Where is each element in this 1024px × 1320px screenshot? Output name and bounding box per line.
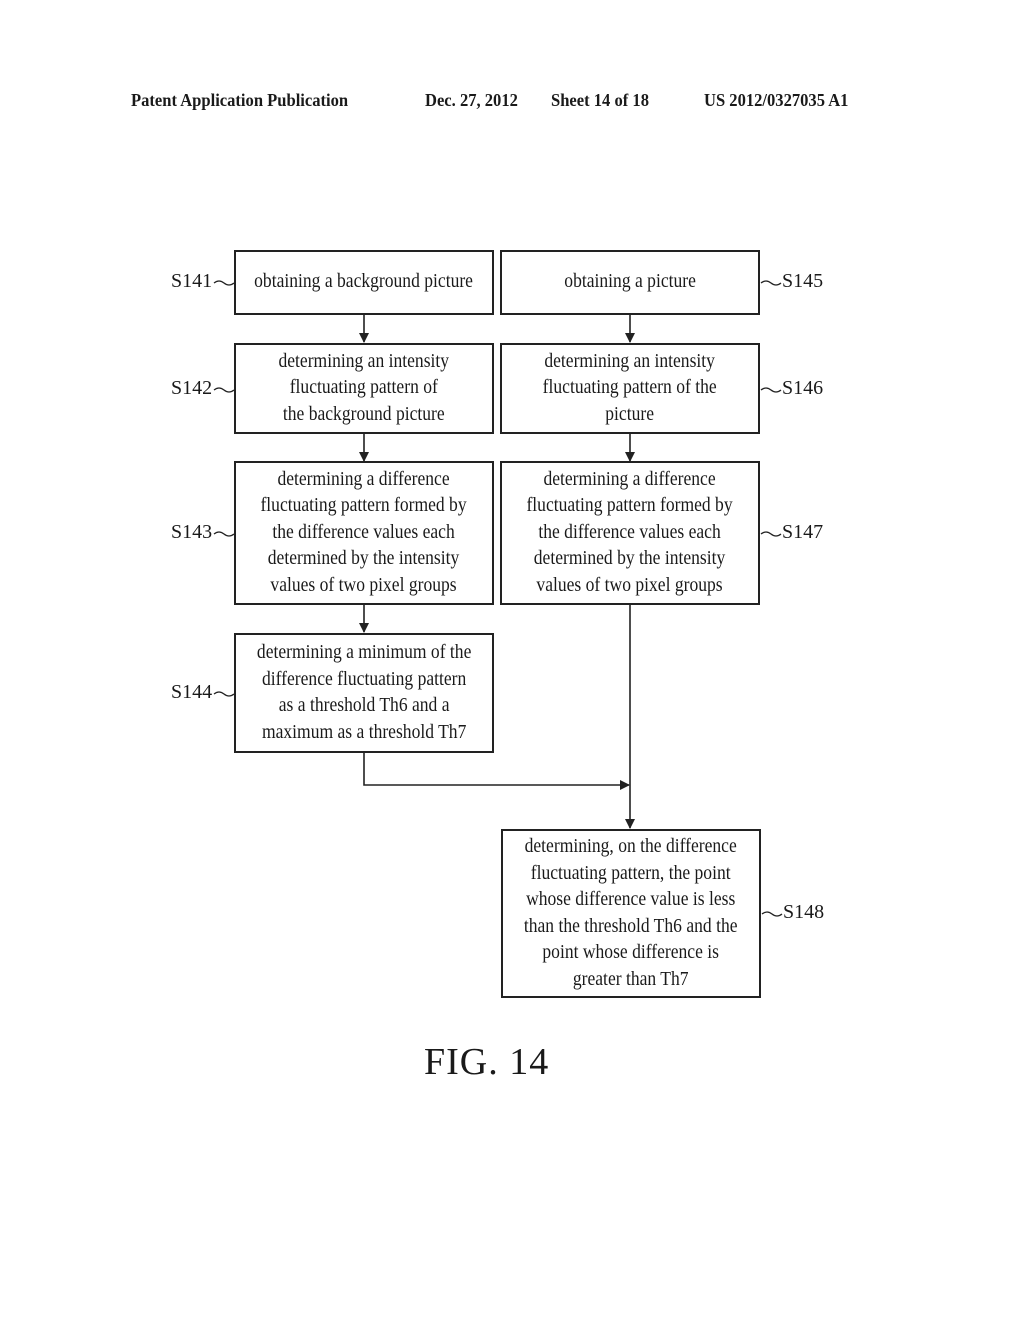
step-s142-text: determining an intensity fluctuating pat… <box>278 350 450 425</box>
step-s144-box: determining a minimum of the difference … <box>234 633 494 753</box>
label-tilde-s146 <box>760 387 782 393</box>
step-s147-text: determining a difference fluctuating pat… <box>526 468 734 596</box>
label-tilde-s148 <box>761 911 783 917</box>
step-s147-box: determining a difference fluctuating pat… <box>500 461 760 605</box>
step-label-s148: S148 <box>783 901 825 923</box>
label-tilde-s144 <box>213 691 235 697</box>
label-tilde-s147 <box>760 531 782 537</box>
label-tilde-s141 <box>213 280 235 286</box>
step-label-s147: S147 <box>782 521 824 543</box>
step-s146-text: determining an intensity fluctuating pat… <box>543 350 717 425</box>
step-s142-box: determining an intensity fluctuating pat… <box>234 343 494 434</box>
step-s145-text: obtaining a picture <box>564 271 696 293</box>
step-s148-text: determining, on the difference fluctuati… <box>524 836 738 990</box>
figure-caption: FIG. 14 <box>424 1041 550 1083</box>
flow-connectors <box>213 280 783 917</box>
step-s143-box: determining a difference fluctuating pat… <box>234 461 494 605</box>
step-label-s143: S143 <box>171 521 213 543</box>
step-label-s141: S141 <box>171 270 213 292</box>
step-s141-text: obtaining a background picture <box>254 271 474 293</box>
label-tilde-s145 <box>760 280 782 286</box>
label-tilde-s142 <box>213 387 235 393</box>
label-tilde-s143 <box>213 531 235 537</box>
step-label-s145: S145 <box>782 270 824 292</box>
step-label-s146: S146 <box>782 377 824 399</box>
step-s141-box: obtaining a background picture <box>234 250 494 315</box>
step-s144-text: determining a minimum of the difference … <box>256 642 472 743</box>
step-label-s144: S144 <box>171 681 213 703</box>
step-s146-box: determining an intensity fluctuating pat… <box>500 343 760 434</box>
step-label-s142: S142 <box>171 377 213 399</box>
step-s148-box: determining, on the difference fluctuati… <box>501 829 761 998</box>
arrow-s144-merge <box>363 752 630 790</box>
step-s143-text: determining a difference fluctuating pat… <box>260 468 468 596</box>
step-s145-box: obtaining a picture <box>500 250 760 315</box>
